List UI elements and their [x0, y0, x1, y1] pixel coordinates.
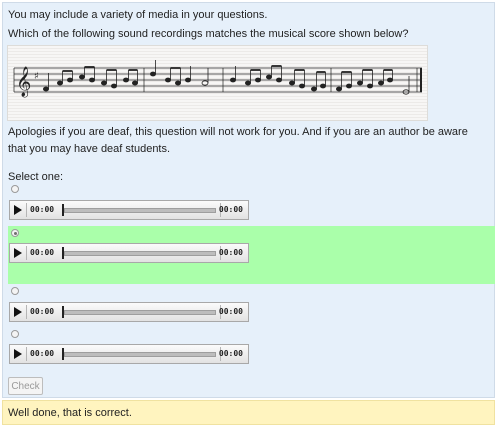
play-icon[interactable] — [14, 248, 22, 258]
divider — [26, 347, 27, 361]
select-one-label: Select one: — [8, 171, 64, 183]
apology-text: Apologies if you are deaf, this question… — [8, 126, 468, 155]
play-icon[interactable] — [14, 205, 22, 215]
seek-bar[interactable] — [64, 310, 216, 315]
duration-time: 00:00 — [218, 349, 243, 358]
seek-bar[interactable] — [64, 208, 216, 213]
play-icon[interactable] — [14, 349, 22, 359]
option-4-audio-player: 00:00 00:00 — [9, 344, 249, 364]
option-4-radio[interactable] — [11, 330, 19, 338]
duration-time: 00:00 — [218, 307, 243, 316]
seek-bar[interactable] — [64, 251, 216, 256]
current-time: 00:00 — [30, 205, 55, 214]
option-3-radio[interactable] — [11, 287, 19, 295]
option-2-radio[interactable] — [11, 229, 19, 237]
duration-time: 00:00 — [218, 248, 243, 257]
musical-score-icon: 𝄞 ♯ — [13, 60, 422, 98]
question-prompt: Which of the following sound recordings … — [8, 28, 409, 40]
check-button[interactable]: Check — [8, 377, 43, 395]
feedback-text: Well done, that is correct. — [8, 407, 132, 419]
option-2-audio-player: 00:00 00:00 — [9, 243, 249, 263]
divider — [26, 305, 27, 319]
current-time: 00:00 — [30, 349, 55, 358]
intro-text: You may include a variety of media in yo… — [8, 9, 268, 21]
duration-time: 00:00 — [218, 205, 243, 214]
current-time: 00:00 — [30, 248, 55, 257]
feedback-panel: Well done, that is correct. — [2, 400, 495, 425]
current-time: 00:00 — [30, 307, 55, 316]
svg-text:♯: ♯ — [34, 71, 39, 82]
option-1-radio[interactable] — [11, 185, 19, 193]
divider — [26, 246, 27, 260]
option-3-audio-player: 00:00 00:00 — [9, 302, 249, 322]
play-icon[interactable] — [14, 307, 22, 317]
option-1-audio-player: 00:00 00:00 — [9, 200, 249, 220]
seek-bar[interactable] — [64, 352, 216, 357]
divider — [26, 203, 27, 217]
question-panel: You may include a variety of media in yo… — [2, 2, 495, 398]
musical-score-image: 𝄞 ♯ — [7, 45, 428, 121]
svg-text:𝄞: 𝄞 — [16, 66, 31, 98]
